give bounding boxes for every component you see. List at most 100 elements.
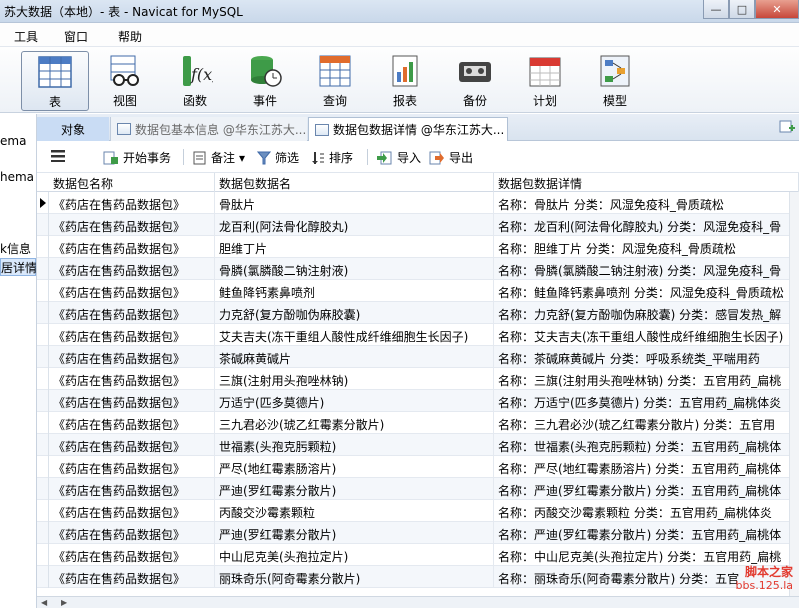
row-indicator[interactable]: [37, 346, 49, 368]
tab-package-detail[interactable]: 数据包数据详情 @华东江苏大...: [308, 117, 508, 141]
table-row[interactable]: 《药店在售药品数据包》 鲑鱼降钙素鼻喷剂 名称：鲑鱼降钙素鼻喷剂 分类：风湿免疫科_…: [37, 280, 799, 302]
table-cell[interactable]: 名称：胆维丁片 分类：风湿免疫科_骨质疏松: [494, 236, 799, 258]
table-cell[interactable]: 《药店在售药品数据包》: [49, 412, 215, 434]
column-header[interactable]: 数据包数据详情: [494, 173, 799, 192]
nav-item[interactable]: k信息: [0, 240, 31, 257]
row-indicator[interactable]: [37, 390, 49, 412]
tool-view[interactable]: 视图: [91, 51, 159, 111]
row-indicator[interactable]: [37, 258, 49, 280]
column-header[interactable]: 数据包名称: [49, 173, 215, 192]
table-cell[interactable]: 《药店在售药品数据包》: [49, 236, 215, 258]
table-cell[interactable]: 骨肽片: [215, 192, 494, 214]
table-cell[interactable]: 《药店在售药品数据包》: [49, 478, 215, 500]
row-indicator[interactable]: [37, 544, 49, 566]
horizontal-scrollbar[interactable]: ◀ ▶: [37, 596, 799, 608]
tool-table[interactable]: 表: [21, 51, 89, 111]
table-cell[interactable]: 名称：茶碱麻黄碱片 分类：呼吸系统类_平喘用药: [494, 346, 799, 368]
row-indicator[interactable]: [37, 368, 49, 390]
table-cell[interactable]: 龙百利(阿法骨化醇胶丸): [215, 214, 494, 236]
table-row[interactable]: 《药店在售药品数据包》 艾夫吉夫(冻干重组人酸性成纤维细胞生长因子) 名称：艾夫吉夫…: [37, 324, 799, 346]
table-cell[interactable]: 《药店在售药品数据包》: [49, 390, 215, 412]
table-row[interactable]: 《药店在售药品数据包》 严迪(罗红霉素分散片) 名称：严迪(罗红霉素分散片) 分类：…: [37, 522, 799, 544]
table-cell[interactable]: 艾夫吉夫(冻干重组人酸性成纤维细胞生长因子): [215, 324, 494, 346]
table-cell[interactable]: 《药店在售药品数据包》: [49, 544, 215, 566]
table-cell[interactable]: 名称：三旗(注射用头孢唑林钠) 分类：五官用药_扁桃: [494, 368, 799, 390]
table-row[interactable]: 《药店在售药品数据包》 三旗(注射用头孢唑林钠) 名称：三旗(注射用头孢唑林钠) 分…: [37, 368, 799, 390]
menu-help[interactable]: 帮助: [118, 28, 142, 45]
table-cell[interactable]: 名称：严尽(地红霉素肠溶片) 分类：五官用药_扁桃体: [494, 456, 799, 478]
table-cell[interactable]: 名称：三九君必沙(琥乙红霉素分散片) 分类：五官用: [494, 412, 799, 434]
row-indicator[interactable]: [37, 302, 49, 324]
column-header[interactable]: 数据包数据名: [215, 173, 494, 192]
table-cell[interactable]: 名称：万适宁(匹多莫德片) 分类：五官用药_扁桃体炎: [494, 390, 799, 412]
row-indicator[interactable]: [37, 236, 49, 258]
table-cell[interactable]: 《药店在售药品数据包》: [49, 324, 215, 346]
nav-item-selected[interactable]: 居详情: [0, 258, 36, 276]
table-cell[interactable]: 丽珠奇乐(阿奇霉素分散片): [215, 566, 494, 588]
scroll-left-icon[interactable]: ◀: [41, 598, 47, 607]
table-cell[interactable]: 《药店在售药品数据包》: [49, 280, 215, 302]
table-cell[interactable]: 名称：严迪(罗红霉素分散片) 分类：五官用药_扁桃体: [494, 478, 799, 500]
current-row-indicator[interactable]: [37, 192, 49, 214]
table-cell[interactable]: 《药店在售药品数据包》: [49, 214, 215, 236]
row-indicator[interactable]: [37, 500, 49, 522]
table-row[interactable]: 《药店在售药品数据包》 严迪(罗红霉素分散片) 名称：严迪(罗红霉素分散片) 分类：…: [37, 478, 799, 500]
menu-tools[interactable]: 工具: [14, 28, 38, 45]
table-cell[interactable]: 三旗(注射用头孢唑林钠): [215, 368, 494, 390]
new-tab-icon[interactable]: [779, 120, 795, 134]
table-cell[interactable]: 名称：骨膦(氯膦酸二钠注射液) 分类：风湿免疫科_骨: [494, 258, 799, 280]
table-cell[interactable]: 《药店在售药品数据包》: [49, 302, 215, 324]
menu-icon[interactable]: [51, 150, 65, 162]
table-cell[interactable]: 名称：骨肽片 分类：风湿免疫科_骨质疏松: [494, 192, 799, 214]
table-cell[interactable]: 万适宁(匹多莫德片): [215, 390, 494, 412]
table-row[interactable]: 《药店在售药品数据包》 茶碱麻黄碱片 名称：茶碱麻黄碱片 分类：呼吸系统类_平喘用药: [37, 346, 799, 368]
table-row[interactable]: 《药店在售药品数据包》 骨膦(氯膦酸二钠注射液) 名称：骨膦(氯膦酸二钠注射液) 分…: [37, 258, 799, 280]
table-row[interactable]: 《药店在售药品数据包》 中山尼克美(头孢拉定片) 名称：中山尼克美(头孢拉定片) 分…: [37, 544, 799, 566]
table-row[interactable]: 《药店在售药品数据包》 严尽(地红霉素肠溶片) 名称：严尽(地红霉素肠溶片) 分类：…: [37, 456, 799, 478]
maximize-button[interactable]: □: [729, 0, 755, 19]
vertical-scrollbar[interactable]: [789, 192, 799, 596]
row-indicator[interactable]: [37, 434, 49, 456]
sort-button[interactable]: 排序: [311, 149, 353, 166]
row-indicator[interactable]: [37, 324, 49, 346]
menu-window[interactable]: 窗口: [64, 28, 88, 45]
tool-event[interactable]: 事件: [231, 51, 299, 111]
table-cell[interactable]: 名称：严迪(罗红霉素分散片) 分类：五官用药_扁桃体: [494, 522, 799, 544]
nav-item[interactable]: ema: [0, 134, 26, 148]
table-cell[interactable]: 鲑鱼降钙素鼻喷剂: [215, 280, 494, 302]
row-indicator[interactable]: [37, 280, 49, 302]
tool-backup[interactable]: 备份: [441, 51, 509, 111]
table-row[interactable]: 《药店在售药品数据包》 骨肽片 名称：骨肽片 分类：风湿免疫科_骨质疏松: [37, 192, 799, 214]
table-cell[interactable]: 丙酸交沙霉素颗粒: [215, 500, 494, 522]
row-indicator[interactable]: [37, 214, 49, 236]
table-cell[interactable]: 力克舒(复方酚咖伪麻胶囊): [215, 302, 494, 324]
table-cell[interactable]: 《药店在售药品数据包》: [49, 368, 215, 390]
table-cell[interactable]: 名称：龙百利(阿法骨化醇胶丸) 分类：风湿免疫科_骨: [494, 214, 799, 236]
table-row[interactable]: 《药店在售药品数据包》 三九君必沙(琥乙红霉素分散片) 名称：三九君必沙(琥乙红霉素…: [37, 412, 799, 434]
tab-package-info[interactable]: 数据包基本信息 @华东江苏大...: [110, 117, 307, 141]
table-cell[interactable]: 《药店在售药品数据包》: [49, 456, 215, 478]
minimize-button[interactable]: —: [703, 0, 729, 19]
table-cell[interactable]: 《药店在售药品数据包》: [49, 566, 215, 588]
table-cell[interactable]: 名称：中山尼克美(头孢拉定片) 分类：五官用药_扁桃: [494, 544, 799, 566]
tool-function[interactable]: f(x) 函数: [161, 51, 229, 111]
tool-model[interactable]: 模型: [581, 51, 649, 111]
tab-object[interactable]: 对象: [37, 117, 109, 141]
table-cell[interactable]: 《药店在售药品数据包》: [49, 346, 215, 368]
tool-query[interactable]: 查询: [301, 51, 369, 111]
table-cell[interactable]: 茶碱麻黄碱片: [215, 346, 494, 368]
table-cell[interactable]: 严迪(罗红霉素分散片): [215, 478, 494, 500]
table-cell[interactable]: 胆维丁片: [215, 236, 494, 258]
table-cell[interactable]: 名称：丙酸交沙霉素颗粒 分类：五官用药_扁桃体炎: [494, 500, 799, 522]
table-cell[interactable]: 名称：力克舒(复方酚咖伪麻胶囊) 分类：感冒发热_解: [494, 302, 799, 324]
table-cell[interactable]: 名称：世福素(头孢克肟颗粒) 分类：五官用药_扁桃体: [494, 434, 799, 456]
import-button[interactable]: 导入: [377, 149, 421, 166]
table-cell[interactable]: 名称：鲑鱼降钙素鼻喷剂 分类：风湿免疫科_骨质疏松: [494, 280, 799, 302]
nav-item[interactable]: hema: [0, 170, 34, 184]
table-cell[interactable]: 中山尼克美(头孢拉定片): [215, 544, 494, 566]
table-cell[interactable]: 《药店在售药品数据包》: [49, 522, 215, 544]
begin-transaction-button[interactable]: 开始事务: [103, 149, 171, 166]
table-row[interactable]: 《药店在售药品数据包》 胆维丁片 名称：胆维丁片 分类：风湿免疫科_骨质疏松: [37, 236, 799, 258]
table-cell[interactable]: 《药店在售药品数据包》: [49, 192, 215, 214]
table-cell[interactable]: 《药店在售药品数据包》: [49, 500, 215, 522]
